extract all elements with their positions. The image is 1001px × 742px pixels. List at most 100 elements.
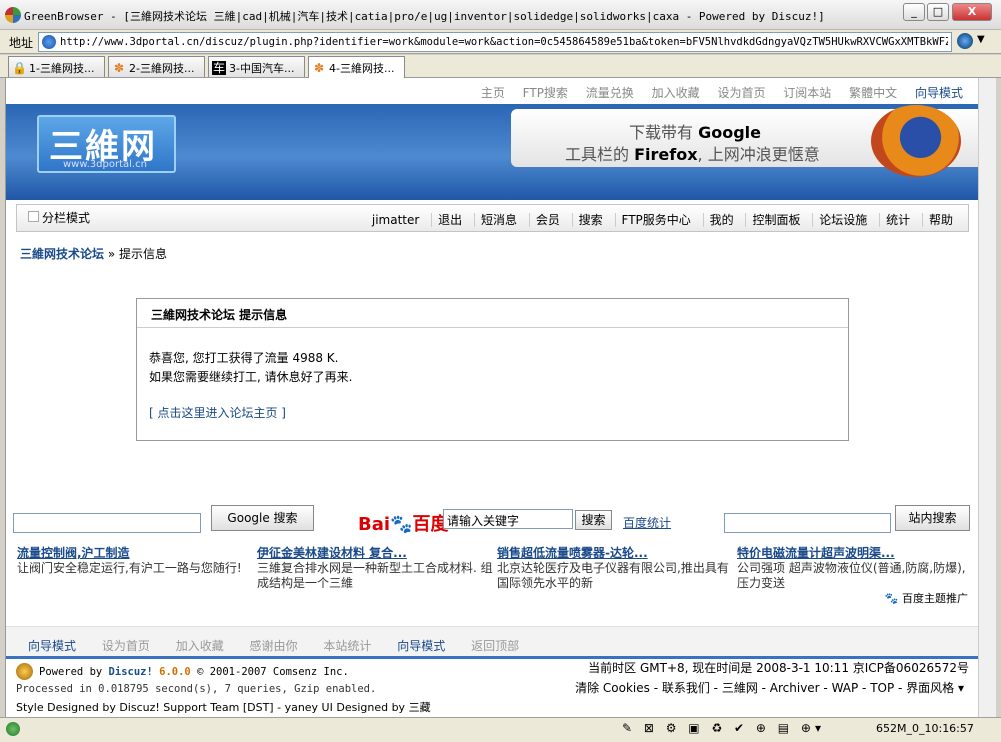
- firefox-ad[interactable]: 下载带有 Google 工具栏的 Firefox, 上网冲浪更惬意: [511, 105, 978, 177]
- menu-mine[interactable]: 我的: [702, 213, 734, 227]
- chevron-down-icon[interactable]: ▼: [977, 34, 985, 45]
- footnav-top[interactable]: 返回顶部: [471, 639, 519, 653]
- browser-logo-icon: [5, 7, 21, 23]
- url-field[interactable]: http://www.3dportal.cn/discuz/plugin.php…: [38, 32, 952, 52]
- footer-nav: 向导模式 设为首页 加入收藏 感谢由你 本站统计 向导模式 返回顶部: [6, 626, 978, 656]
- search-row: Google 搜索 Bai🐾百度 请输入关键字 搜索 百度统计 站内搜索: [6, 503, 978, 537]
- menu-username[interactable]: jimatter: [366, 213, 419, 227]
- footnav-favorite[interactable]: 加入收藏: [176, 639, 224, 653]
- footnav-guide-2[interactable]: 向导模式: [397, 639, 445, 653]
- minimize-button[interactable]: _: [903, 3, 925, 21]
- top-nav: 主页 FTP搜索 流量兑换 加入收藏 设为首页 订阅本站 繁體中文 向导模式: [467, 84, 963, 101]
- ad-body: 三維复合排水网是一种新型土工合成材料. 组成结构是一个三維: [257, 561, 493, 590]
- baidu-search-button[interactable]: 搜索: [575, 510, 612, 530]
- ad-title[interactable]: 伊征金美林建设材料 复合...: [257, 544, 495, 561]
- forum-home-link[interactable]: [ 点击这里进入论坛主页 ]: [149, 404, 286, 421]
- site-search-button[interactable]: 站内搜索: [895, 505, 970, 531]
- address-label: 地址: [9, 36, 34, 50]
- tab-2[interactable]: ✽ 2-三維网技...: [108, 56, 205, 77]
- tab-label: 3-中国汽车...: [229, 62, 295, 75]
- baidu-promo[interactable]: 🐾 百度主题推广: [885, 590, 968, 606]
- footnav-thanks[interactable]: 感谢由你: [250, 639, 298, 653]
- topnav-exchange[interactable]: 流量兑换: [586, 86, 634, 100]
- page-icon: [42, 35, 56, 49]
- ad-title[interactable]: 销售超低流量喷雾器-达轮...: [497, 544, 735, 561]
- message-box: 三維网技术论坛 提示信息 恭喜您, 您打工获得了流量 4988 K. 如果您需要…: [136, 298, 849, 441]
- paw-icon: 🐾: [884, 592, 899, 605]
- go-icon[interactable]: [957, 33, 973, 49]
- menu-ftp[interactable]: FTP服务中心: [614, 213, 691, 227]
- google-search-input[interactable]: [13, 513, 201, 533]
- site-search-input[interactable]: [724, 513, 891, 533]
- tab-label: 2-三維网技...: [129, 62, 195, 75]
- baidu-stats-link[interactable]: 百度统计: [623, 514, 671, 531]
- topnav-ftp-search[interactable]: FTP搜索: [523, 86, 568, 100]
- maximize-button[interactable]: □: [927, 3, 949, 21]
- status-globe-icon: [6, 722, 20, 736]
- footer-links[interactable]: 清除 Cookies - 联系我们 - 三維网 - Archiver - WAP…: [575, 679, 964, 696]
- tab-bar: 🔒 1-三維网技... ✽ 2-三維网技... 车 3-中国汽车... ✽ 4-…: [0, 55, 1001, 78]
- ad-item[interactable]: 流量控制阀,沪工制造 让阀门安全稳定运行,有沪工一路与您随行!: [17, 544, 255, 576]
- footnav-set-home[interactable]: 设为首页: [102, 639, 150, 653]
- ad-body: 北京达轮医疗及电子仪器有限公司,推出具有国际领先水平的新: [497, 561, 729, 590]
- vertical-scrollbar[interactable]: [978, 78, 996, 717]
- topnav-favorite[interactable]: 加入收藏: [652, 86, 700, 100]
- breadcrumb-home[interactable]: 三維网技术论坛: [20, 247, 104, 261]
- ad-item[interactable]: 特价电磁流量计超声波明渠... 公司强项 超声波物液位仪(普通,防腐,防爆), …: [737, 544, 975, 591]
- promo-label: 百度主题推广: [902, 592, 968, 605]
- topnav-subscribe[interactable]: 订阅本站: [783, 86, 831, 100]
- ad-title[interactable]: 流量控制阀,沪工制造: [17, 544, 255, 561]
- split-mode-checkbox[interactable]: [28, 211, 39, 222]
- menu-members[interactable]: 会员: [528, 213, 560, 227]
- asterisk-icon: ✽: [113, 61, 125, 75]
- menu-search[interactable]: 搜索: [571, 213, 603, 227]
- car-icon: 车: [212, 61, 226, 75]
- menu-logout[interactable]: 退出: [431, 213, 463, 227]
- ad-body: 让阀门安全稳定运行,有沪工一路与您随行!: [17, 561, 242, 575]
- message-line-1: 恭喜您, 您打工获得了流量 4988 K.: [149, 351, 339, 365]
- close-button[interactable]: X: [952, 3, 992, 21]
- ad-item[interactable]: 伊征金美林建设材料 复合... 三維复合排水网是一种新型土工合成材料. 组成结构…: [257, 544, 495, 591]
- site-logo[interactable]: 三維网 www.3dportal.cn: [37, 115, 176, 173]
- discuz-logo-icon: [16, 663, 33, 680]
- menu-stats[interactable]: 统计: [879, 213, 911, 227]
- main-menu: 分栏模式 jimatter 退出 短消息 会员 搜索 FTP服务中心 我的 控制…: [16, 204, 969, 232]
- title-bar: GreenBrowser - [三維网技术论坛 三維|cad|机械|汽车|技术|…: [0, 0, 1001, 30]
- tab-1[interactable]: 🔒 1-三維网技...: [8, 56, 105, 77]
- google-search-button[interactable]: Google 搜索: [211, 505, 314, 531]
- footnav-stats[interactable]: 本站统计: [323, 639, 371, 653]
- split-mode-label[interactable]: 分栏模式: [42, 209, 90, 226]
- url-text[interactable]: http://www.3dportal.cn/discuz/plugin.php…: [60, 36, 948, 48]
- asterisk-icon: ✽: [313, 61, 325, 75]
- menu-control-panel[interactable]: 控制面板: [745, 213, 801, 227]
- menu-messages[interactable]: 短消息: [473, 213, 517, 227]
- breadcrumb: 三維网技术论坛 » 提示信息: [20, 245, 167, 262]
- processed-info: Processed in 0.018795 second(s), 7 queri…: [16, 683, 377, 695]
- window-title: GreenBrowser - [三維网技术论坛 三維|cad|机械|汽车|技术|…: [24, 10, 825, 23]
- topnav-guide[interactable]: 向导模式: [915, 86, 963, 100]
- tab-4[interactable]: ✽ 4-三維网技...: [308, 56, 405, 78]
- footnav-guide[interactable]: 向导模式: [28, 639, 76, 653]
- menu-facilities[interactable]: 论坛设施: [812, 213, 868, 227]
- lock-icon: 🔒: [12, 61, 27, 75]
- ad-item[interactable]: 销售超低流量喷雾器-达轮... 北京达轮医疗及电子仪器有限公司,推出具有国际领先…: [497, 544, 735, 591]
- baidu-search-input[interactable]: 请输入关键字: [443, 509, 573, 529]
- divider: [137, 327, 848, 328]
- tab-label: 1-三維网技...: [29, 62, 95, 75]
- style-credit: Style Designed by Discuz! Support Team […: [16, 701, 431, 714]
- site-banner: 三維网 www.3dportal.cn 下载带有 Google 工具栏的 Fir…: [6, 104, 978, 200]
- status-tools[interactable]: ✎ ⊠ ⚙ ▣ ♻ ✔ ⊕ ▤ ⊕▾: [622, 721, 825, 735]
- breadcrumb-current: 提示信息: [119, 247, 168, 261]
- topnav-set-home[interactable]: 设为首页: [717, 86, 765, 100]
- page-content: 主页 FTP搜索 流量兑换 加入收藏 设为首页 订阅本站 繁體中文 向导模式 三…: [5, 78, 978, 717]
- ad-title[interactable]: 特价电磁流量计超声波明渠...: [737, 544, 975, 561]
- breadcrumb-sep: »: [107, 247, 116, 261]
- ad-line-2: 工具栏的 Firefox, 上网冲浪更惬意: [565, 145, 820, 164]
- discuz-link[interactable]: Discuz!: [109, 666, 153, 678]
- topnav-home[interactable]: 主页: [481, 86, 505, 100]
- menu-help[interactable]: 帮助: [921, 213, 953, 227]
- message-line-2: 如果您需要继续打工, 请休息好了再来.: [149, 370, 353, 384]
- baidu-logo: Bai🐾百度: [358, 514, 449, 535]
- tab-3[interactable]: 车 3-中国汽车...: [208, 56, 305, 77]
- topnav-traditional[interactable]: 繁體中文: [849, 86, 897, 100]
